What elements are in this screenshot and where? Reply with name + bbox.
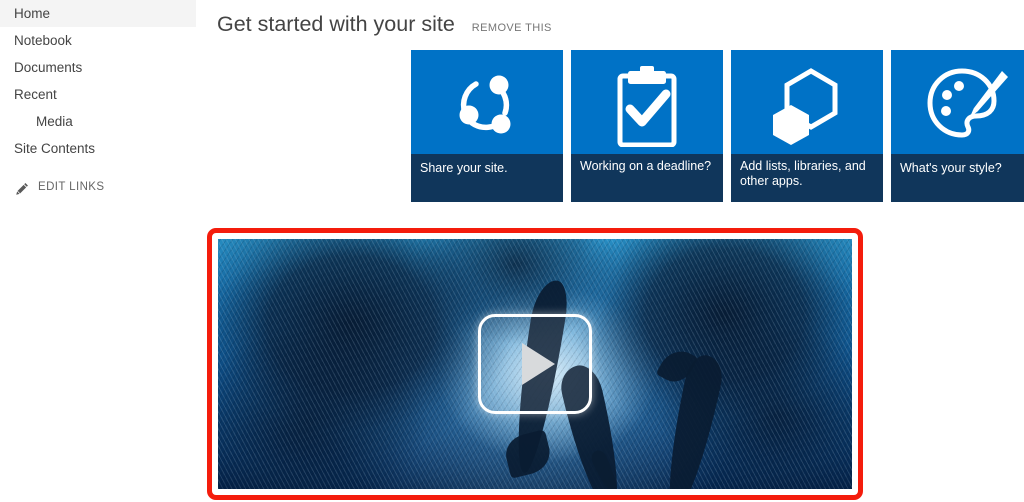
- sidebar-item-label: Documents: [14, 60, 82, 75]
- edit-links-button[interactable]: EDIT LINKS: [0, 176, 196, 198]
- page-header: Get started with your site REMOVE THIS: [217, 12, 552, 37]
- sidebar-item-label: Notebook: [14, 33, 72, 48]
- tile-label: Working on a deadline?: [571, 154, 723, 202]
- sidebar-item-documents[interactable]: Documents: [0, 54, 196, 81]
- tile-label: Share your site.: [411, 154, 563, 202]
- sidebar-item-recent[interactable]: Recent: [0, 81, 196, 108]
- play-triangle-icon: [522, 343, 555, 385]
- clipboard-check-icon: [571, 50, 723, 162]
- left-navigation: Home Notebook Documents Recent Media Sit…: [0, 0, 196, 502]
- sidebar-item-label: Recent: [14, 87, 57, 102]
- share-circle-icon: [411, 50, 563, 162]
- tile-label: Add lists, libraries, and other apps.: [731, 154, 883, 202]
- tile-working-on-a-deadline[interactable]: Working on a deadline?: [571, 50, 723, 202]
- sidebar-item-home[interactable]: Home: [0, 0, 196, 27]
- sidebar-item-label: Media: [36, 114, 73, 129]
- video-highlight-annotation: [207, 228, 863, 500]
- hexagon-apps-icon: [731, 50, 883, 162]
- tile-label: What's your style?: [891, 154, 1024, 202]
- sidebar-item-site-contents[interactable]: Site Contents: [0, 135, 196, 162]
- remove-this-link[interactable]: REMOVE THIS: [472, 22, 552, 34]
- edit-links-label: EDIT LINKS: [38, 176, 104, 198]
- tile-whats-your-style[interactable]: What's your style?: [891, 50, 1024, 202]
- sidebar-item-label: Home: [14, 6, 50, 21]
- tile-share-your-site[interactable]: Share your site.: [411, 50, 563, 202]
- paint-palette-icon: [891, 50, 1024, 162]
- main-content: Get started with your site REMOVE THIS S…: [196, 0, 1024, 502]
- video-player[interactable]: [218, 239, 852, 489]
- play-button[interactable]: [478, 314, 592, 414]
- tile-add-lists-libraries-apps[interactable]: Add lists, libraries, and other apps.: [731, 50, 883, 202]
- sidebar-item-notebook[interactable]: Notebook: [0, 27, 196, 54]
- pencil-icon: [16, 181, 29, 194]
- page-title: Get started with your site: [217, 12, 455, 37]
- get-started-tiles: Share your site. Working on a deadline?: [411, 50, 1024, 202]
- sidebar-item-label: Site Contents: [14, 141, 95, 156]
- sidebar-item-media[interactable]: Media: [0, 108, 196, 135]
